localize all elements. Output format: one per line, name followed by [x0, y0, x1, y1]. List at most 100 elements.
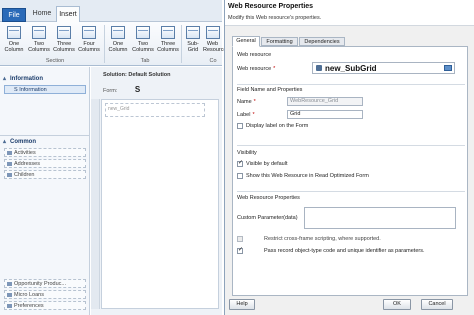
help-button[interactable]: Help [229, 299, 255, 310]
tab-dependencies[interactable]: Dependencies [299, 37, 345, 46]
label-label: Label * [237, 112, 255, 118]
name-field[interactable]: WebResource_Grid [287, 97, 363, 106]
web-resource-value: new_SubGrid [325, 64, 377, 73]
restrict-cross-frame-checkbox[interactable] [237, 236, 243, 242]
required-marker: * [252, 112, 255, 118]
nav-item-information[interactable]: S Information [4, 85, 86, 94]
web-resource-icon [205, 26, 220, 39]
section-divider [237, 191, 465, 192]
section-four-columns-button[interactable]: Four Columns [77, 24, 101, 58]
name-label: Name * [237, 99, 256, 105]
button-label: Web Resource [203, 41, 227, 53]
show-read-optimized-checkbox[interactable] [237, 173, 243, 179]
tab-insert[interactable]: Insert [56, 6, 80, 22]
label-label-text: Label [237, 112, 251, 118]
tab-home[interactable]: Home [30, 6, 54, 22]
sub-grid-button[interactable]: Sub-Grid [183, 24, 203, 58]
tab-one-column-button[interactable]: One Column [106, 24, 130, 58]
button-label: Three Columns [53, 41, 75, 53]
section-divider [237, 145, 465, 146]
preferences-icon [7, 304, 12, 308]
button-label: One Column [108, 41, 128, 53]
nav-item-addresses[interactable]: Addresses [4, 159, 86, 168]
section-one-column-button[interactable]: One Column [2, 24, 26, 58]
three-columns-icon [57, 26, 71, 39]
required-marker: * [273, 66, 276, 72]
tab-general[interactable]: General [232, 36, 260, 47]
three-columns-icon [161, 26, 175, 39]
pass-record-checkbox[interactable] [237, 246, 243, 254]
button-label: Two Columns [28, 41, 50, 53]
nav-item-opportunity-products[interactable]: Opportunity Produc... [4, 279, 86, 288]
editor-scrollbar[interactable] [91, 99, 100, 309]
pass-record-text: Pass record object-type code and unique … [264, 248, 425, 254]
button-label: Two Columns [132, 41, 154, 53]
lookup-icon[interactable] [444, 65, 452, 71]
form-name: Form: S [103, 85, 140, 94]
button-label: Sub-Grid [187, 41, 199, 53]
solution-title: Solution: Default Solution [103, 72, 171, 78]
button-label: Three Columns [157, 41, 179, 53]
nav-item-label: Activities [14, 150, 36, 156]
section-divider [237, 84, 465, 85]
group-separator [181, 25, 182, 63]
children-icon [7, 173, 12, 177]
sub-grid-icon [186, 26, 200, 39]
activities-icon [7, 151, 12, 155]
group-separator [104, 25, 105, 63]
tab-two-columns-button[interactable]: Two Columns [131, 24, 155, 58]
subgrid-placeholder[interactable]: new_Grid [105, 103, 205, 117]
nav-item-micro-loans[interactable]: Micro Loans [4, 290, 86, 299]
custom-parameter-label: Custom Parameter(data) [237, 215, 298, 221]
form-label: Form: [103, 88, 118, 94]
dialog-subtitle: Modify this Web resource's properties. [228, 15, 322, 21]
web-resource-button[interactable]: Web Resource [203, 24, 227, 58]
dialog-title: Web Resource Properties [228, 3, 314, 10]
two-columns-icon [32, 26, 46, 39]
one-column-icon [111, 26, 125, 39]
web-resource-lookup[interactable]: new_SubGrid [312, 62, 455, 74]
micro-loans-icon [7, 293, 12, 297]
ribbon-tab-bar: File Home Insert [0, 0, 222, 22]
form-editor: Solution: Default Solution Form: S new_G… [91, 67, 222, 315]
left-navigation: Information S Information Common Activit… [0, 67, 90, 315]
nav-header-information[interactable]: Information [0, 74, 90, 84]
visible-by-default-checkbox[interactable] [237, 159, 243, 167]
group-label-section: Section [45, 58, 65, 64]
nav-item-label: S Information [14, 87, 47, 93]
web-resource-properties-dialog: Web Resource Properties Modify this Web … [224, 0, 474, 315]
one-column-icon [7, 26, 21, 39]
required-marker: * [253, 99, 256, 105]
restrict-cross-frame-text: Restrict cross-frame scripting, where su… [264, 236, 381, 242]
addresses-icon [7, 162, 12, 166]
custom-parameter-field[interactable] [304, 207, 456, 229]
display-label-checkbox[interactable] [237, 123, 243, 129]
web-resource-label: Web resource * [237, 66, 275, 72]
tab-three-columns-button[interactable]: Three Columns [156, 24, 180, 58]
ok-button[interactable]: OK [383, 299, 411, 310]
four-columns-icon [82, 26, 96, 39]
two-columns-icon [136, 26, 150, 39]
nav-item-label: Opportunity Produc... [14, 281, 66, 287]
show-read-optimized-text: Show this Web Resource in Read Optimized… [246, 173, 369, 179]
nav-divider [0, 135, 90, 136]
nav-item-preferences[interactable]: Preferences [4, 301, 86, 310]
nav-header-common[interactable]: Common [0, 137, 90, 147]
nav-item-label: Preferences [14, 303, 44, 309]
tab-file[interactable]: File [2, 8, 26, 22]
web-resource-label-text: Web resource [237, 66, 272, 72]
tab-formatting[interactable]: Formatting [261, 37, 298, 46]
section-two-columns-button[interactable]: Two Columns [27, 24, 51, 58]
nav-item-label: Micro Loans [14, 292, 44, 298]
nav-item-activities[interactable]: Activities [4, 148, 86, 157]
form-canvas[interactable] [101, 99, 219, 309]
nav-item-children[interactable]: Children [4, 170, 86, 179]
ribbon-body: One Column Two Columns Three Columns Fou… [0, 22, 227, 66]
nav-item-label: Addresses [14, 161, 40, 167]
button-label: Four Columns [78, 41, 100, 53]
web-resource-icon [316, 65, 322, 71]
label-field[interactable]: Grid [287, 110, 363, 119]
section-three-columns-button[interactable]: Three Columns [52, 24, 76, 58]
section-visibility: Visibility [237, 150, 257, 156]
cancel-button[interactable]: Cancel [421, 299, 453, 310]
